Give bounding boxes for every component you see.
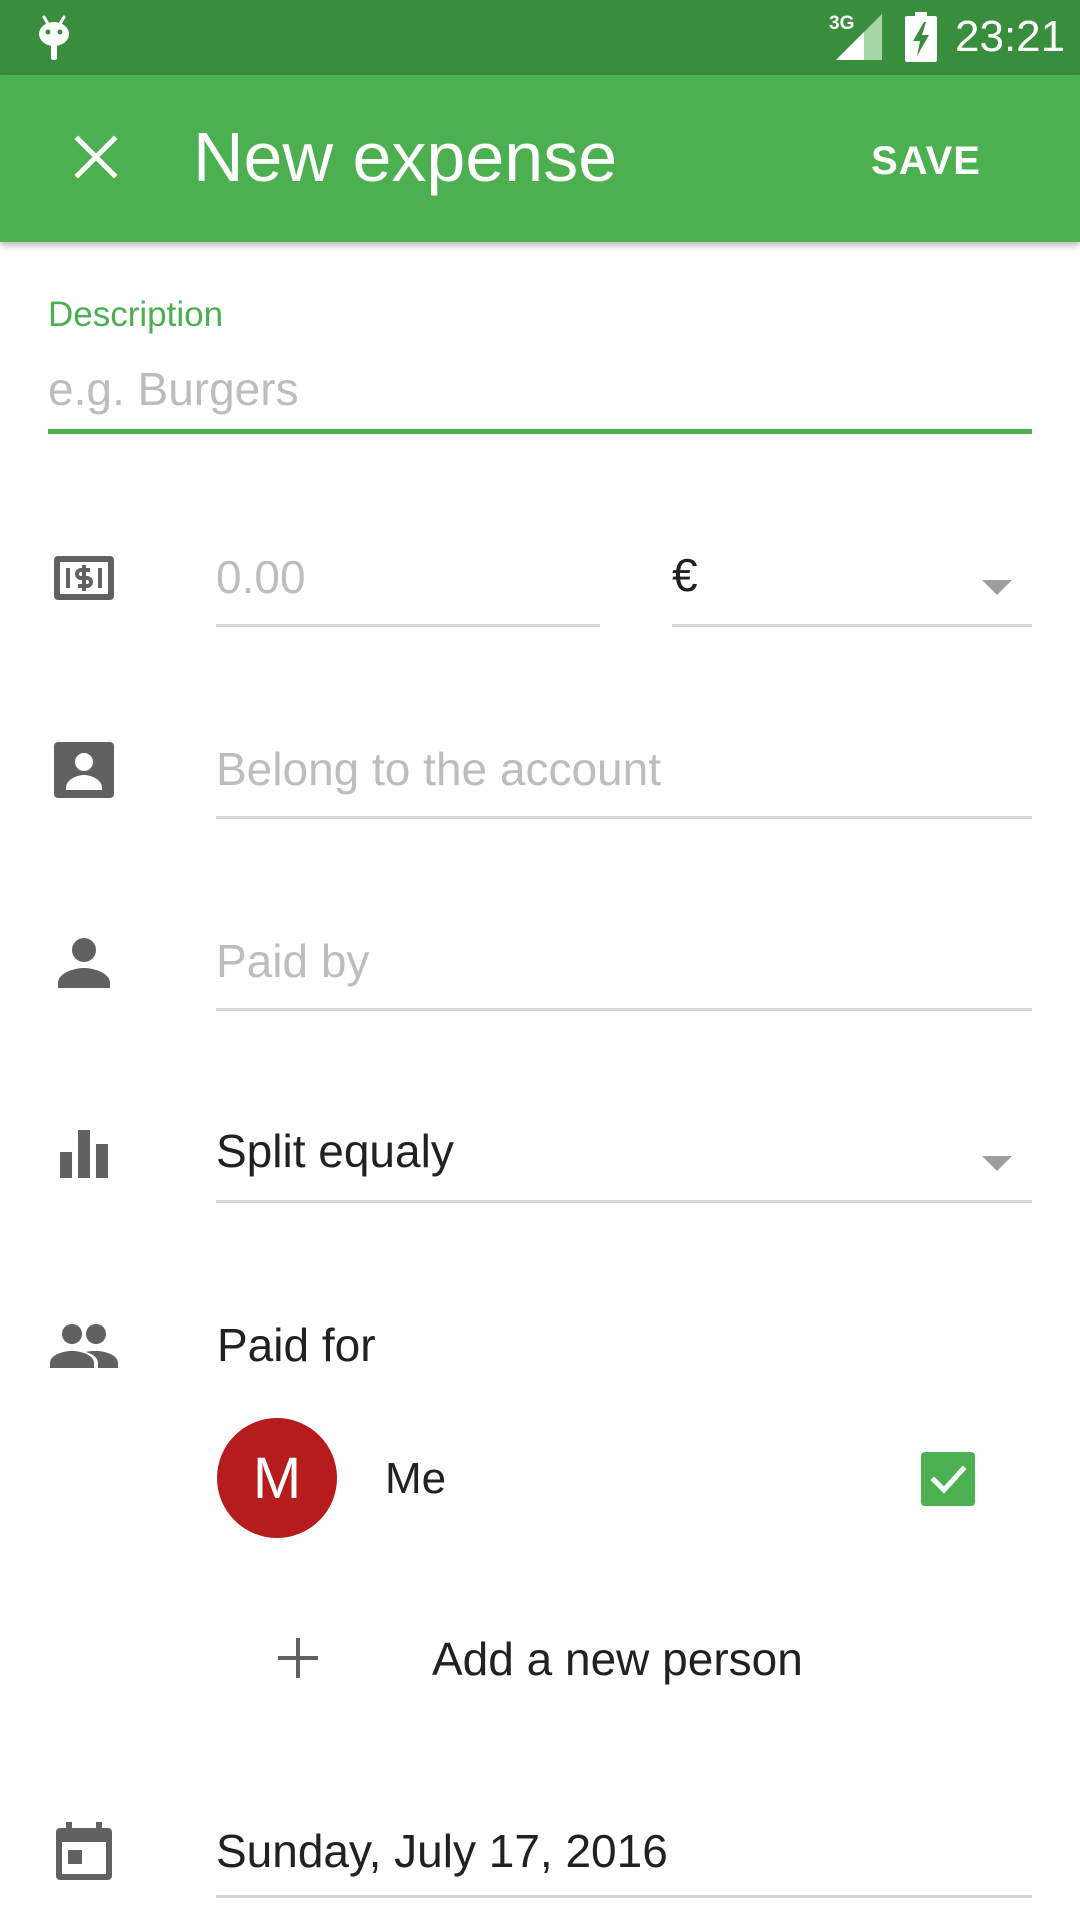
paid-for-title: Paid for: [217, 1319, 376, 1371]
save-button[interactable]: SAVE: [846, 130, 1006, 192]
money-icon: [50, 544, 118, 612]
avatar: M: [217, 1418, 337, 1538]
person-row-me[interactable]: M Me: [217, 1418, 1032, 1540]
person-icon: [50, 928, 118, 996]
android-notification-icon: [39, 15, 69, 60]
bar-chart-icon: [50, 1120, 118, 1188]
date-field[interactable]: Sunday, July 17, 2016: [216, 1806, 1032, 1898]
add-person-label: Add a new person: [432, 1633, 803, 1685]
currency-select[interactable]: €: [672, 530, 1032, 627]
date-value: Sunday, July 17, 2016: [216, 1825, 668, 1877]
page-title: New expense: [193, 118, 618, 196]
status-bar: 3G 23:21: [0, 0, 1080, 75]
person-checkbox[interactable]: [921, 1452, 975, 1506]
paid-by-input[interactable]: [216, 914, 1032, 1011]
person-name: Me: [385, 1454, 447, 1503]
account-input[interactable]: [216, 722, 1032, 819]
split-select[interactable]: Split equaly: [216, 1106, 1032, 1203]
chevron-down-icon: [982, 580, 1012, 595]
group-icon: [48, 1312, 120, 1380]
amount-input[interactable]: [216, 530, 600, 627]
chevron-down-icon: [982, 1156, 1012, 1171]
battery-charging-icon: [905, 12, 937, 62]
description-label: Description: [48, 295, 224, 334]
account-box-icon: [50, 736, 118, 804]
close-button[interactable]: [56, 117, 136, 197]
check-icon: [930, 1465, 967, 1494]
new-expense-screen: 3G 23:21 New expense SAVE Description e.…: [0, 0, 1080, 1920]
add-person-button[interactable]: Add a new person: [256, 1620, 856, 1696]
currency-value: €: [672, 549, 698, 601]
calendar-icon: [50, 1818, 118, 1886]
signal-icon: [836, 14, 882, 60]
plus-icon: [278, 1638, 318, 1678]
close-icon: [74, 135, 118, 179]
split-value: Split equaly: [216, 1125, 454, 1177]
app-toolbar: New expense SAVE: [0, 75, 1080, 242]
status-clock: 23:21: [955, 12, 1066, 61]
description-input[interactable]: [48, 348, 1032, 434]
